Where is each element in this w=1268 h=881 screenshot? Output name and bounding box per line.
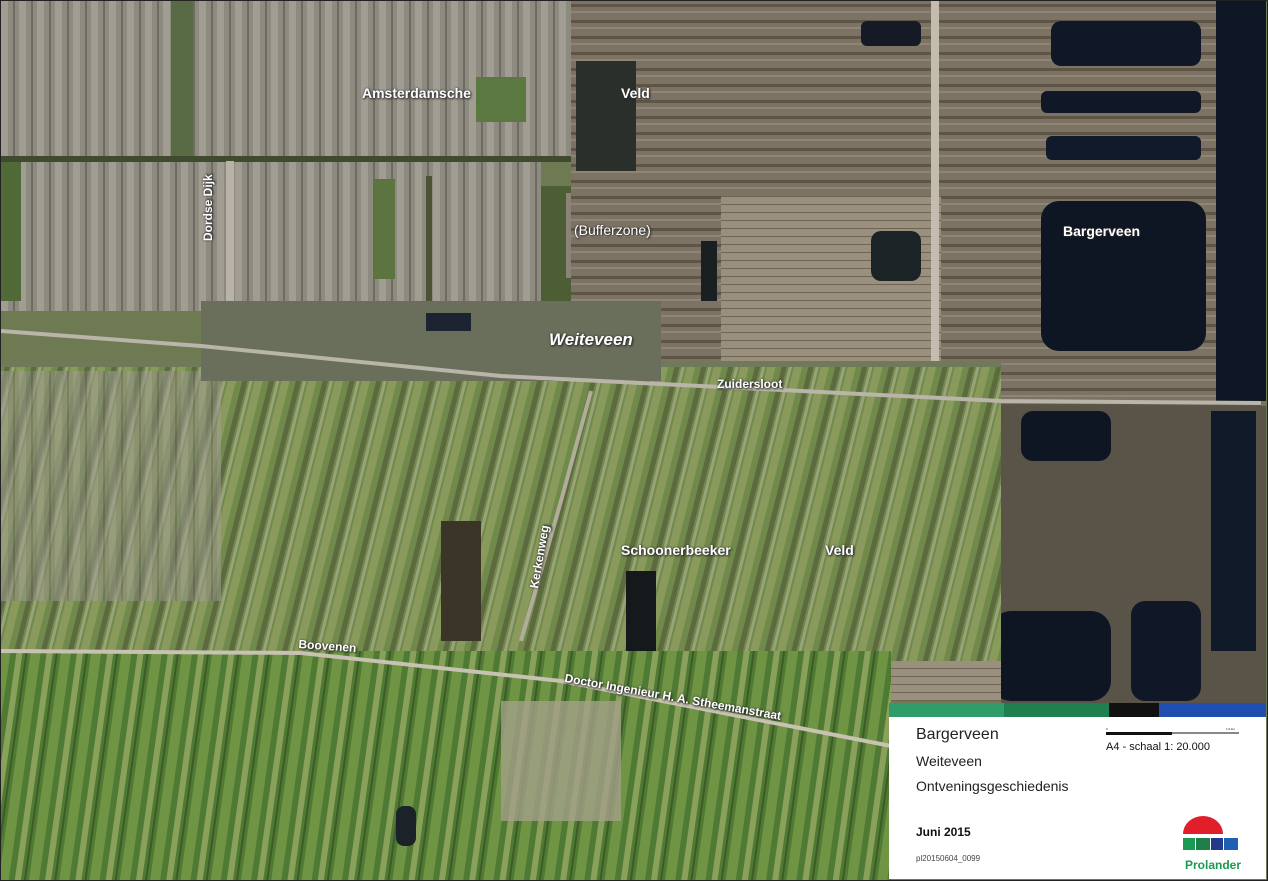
legend-bar-segment	[1004, 703, 1109, 717]
map-label-bargerveen: Bargerveen	[1063, 223, 1141, 239]
map-label-zuidersloot: Zuidersloot	[717, 377, 783, 391]
scale-bar-start: 0	[1106, 727, 1108, 731]
map-label-dordse-dijk: Dordse Dijk	[201, 174, 215, 241]
legend-description: Ontveningsgeschiedenis	[916, 778, 1069, 794]
legend-bar-segment	[1109, 703, 1159, 717]
legend-code: pl20150604_0099	[916, 854, 981, 863]
map-label-veld-top: Veld	[621, 85, 650, 101]
legend-subtitle: Weiteveen	[916, 753, 982, 769]
map-label-amsterdamsche: Amsterdamsche	[362, 85, 471, 101]
legend-title: Bargerveen	[916, 726, 999, 743]
prolander-logo-text: Prolander	[1184, 858, 1241, 872]
map-label-schoonerbeeker: Schoonerbeeker	[621, 542, 731, 558]
map-frame: Amsterdamsche Veld Dordse Dijk (Bufferzo…	[0, 0, 1268, 881]
legend-bar-segment	[889, 703, 1004, 717]
map-label-veld-bottom: Veld	[825, 542, 854, 558]
scale-bar-end: 1,0 km	[1226, 727, 1236, 731]
legend-bar-segment	[1159, 703, 1266, 717]
map-label-weiteveen: Weiteveen	[549, 330, 633, 349]
scale-bar: 0 1,0 km	[1106, 727, 1239, 735]
legend-date: Juni 2015	[916, 825, 971, 839]
legend-scale: A4 - schaal 1: 20.000	[1106, 741, 1210, 753]
map-legend: Bargerveen Weiteveen Ontveningsgeschiede…	[889, 703, 1266, 879]
map-label-bufferzone: (Bufferzone)	[574, 222, 651, 238]
